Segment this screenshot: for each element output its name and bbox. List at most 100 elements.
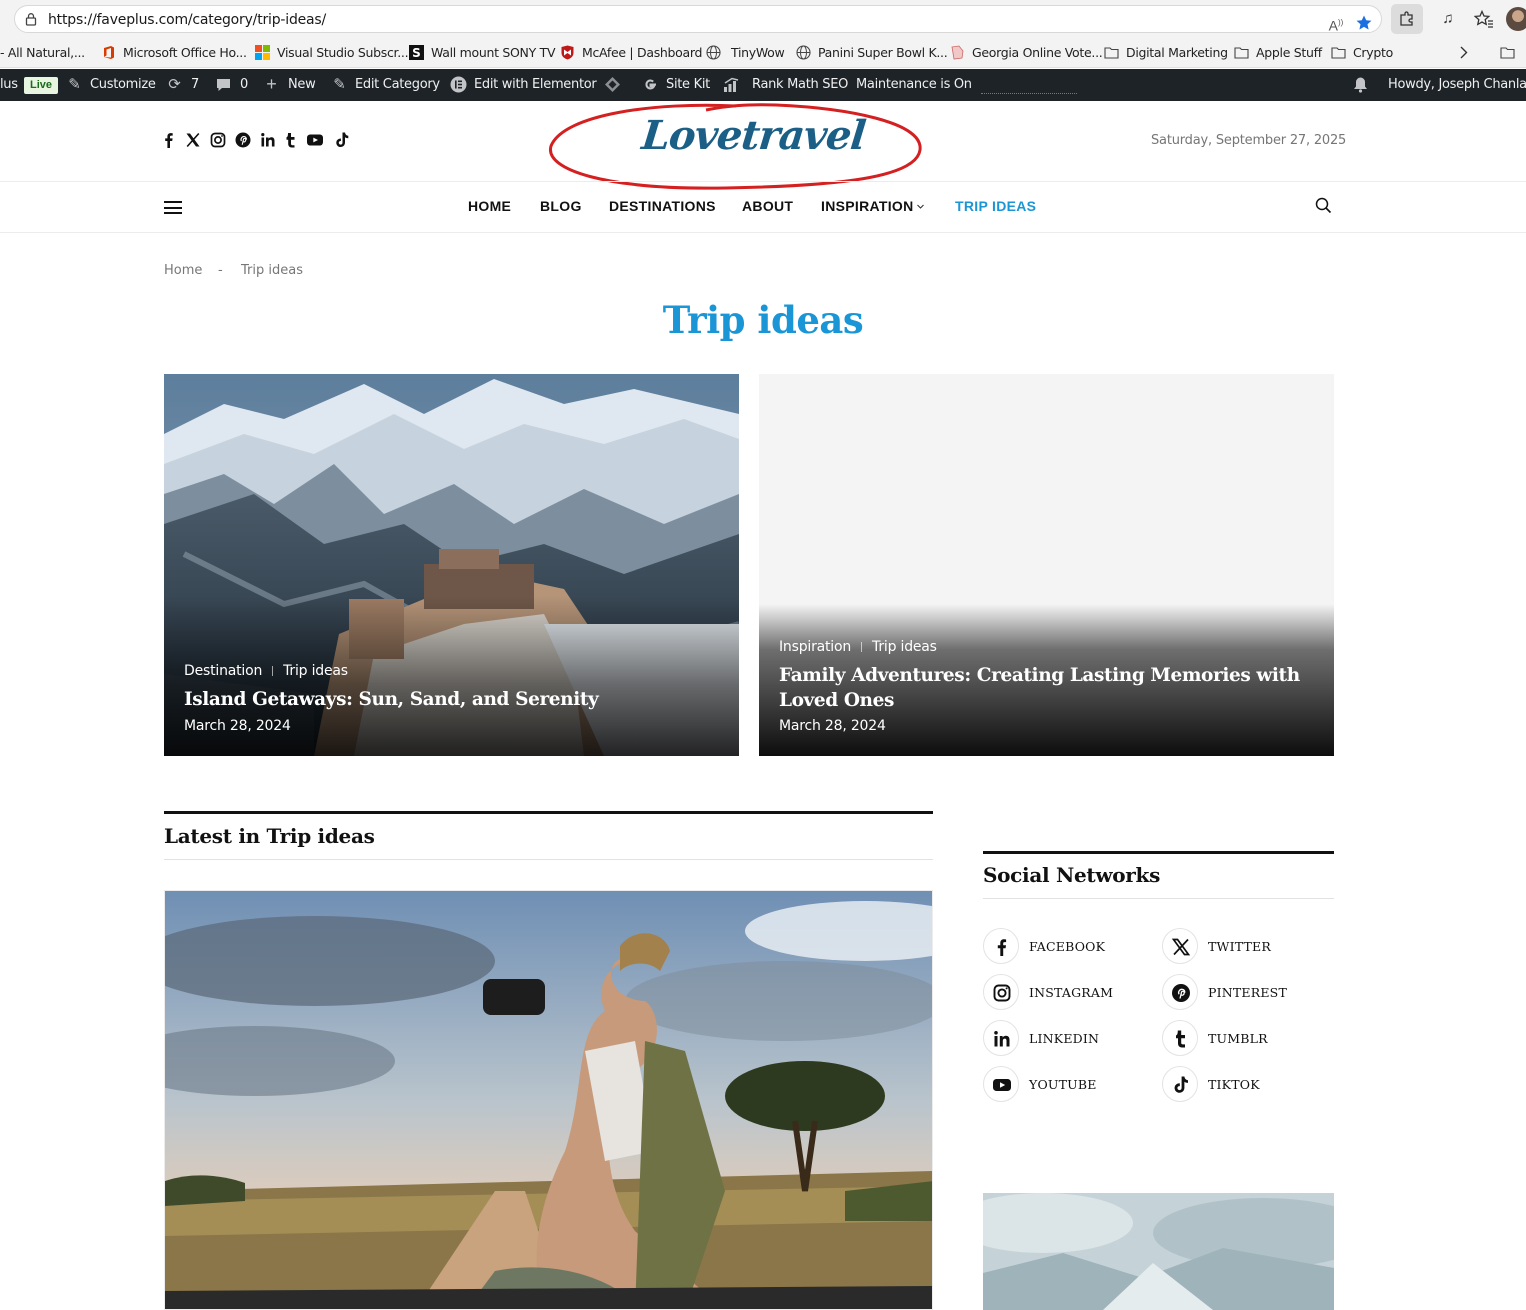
social-icon-circle bbox=[1162, 928, 1198, 964]
social-icon-circle bbox=[1162, 974, 1198, 1010]
social-linkedin-link[interactable]: LINKEDIN bbox=[983, 1020, 1153, 1058]
notification-bell-icon[interactable] bbox=[1352, 76, 1369, 93]
divider bbox=[272, 666, 274, 676]
admin-edit-elementor[interactable]: Edit with Elementor bbox=[474, 77, 597, 92]
page-title: Trip ideas bbox=[662, 298, 864, 342]
social-twitter-link[interactable]: TWITTER bbox=[1162, 928, 1332, 966]
social-instagram-link[interactable]: INSTAGRAM bbox=[983, 974, 1153, 1012]
admin-updates-count[interactable]: 7 bbox=[191, 77, 199, 92]
social-label: TUMBLR bbox=[1208, 1031, 1268, 1046]
read-aloud-icon[interactable]: A)) bbox=[1327, 14, 1345, 34]
admin-comments-count[interactable]: 0 bbox=[240, 77, 248, 92]
social-label: PINTEREST bbox=[1208, 985, 1287, 1000]
nav-about[interactable]: ABOUT bbox=[742, 198, 793, 214]
post-title[interactable]: Family Adventures: Creating Lasting Memo… bbox=[779, 663, 1314, 713]
social-icon-circle bbox=[983, 1066, 1019, 1102]
linkedin-icon[interactable] bbox=[259, 131, 277, 149]
folder-icon bbox=[1331, 47, 1346, 59]
address-bar[interactable]: https://faveplus.com/category/trip-ideas… bbox=[14, 5, 1382, 34]
youtube-icon[interactable] bbox=[306, 131, 324, 149]
social-icon-circle bbox=[983, 974, 1019, 1010]
bookmark-crypto[interactable]: Crypto bbox=[1353, 45, 1393, 60]
profile-avatar[interactable] bbox=[1506, 7, 1526, 31]
favorite-star-icon[interactable] bbox=[1355, 14, 1373, 32]
bookmark-tinywow[interactable]: TinyWow bbox=[731, 45, 785, 60]
divider bbox=[983, 851, 1334, 854]
bookmark-all-natural[interactable]: - All Natural,... bbox=[0, 45, 85, 60]
tiktok-icon[interactable] bbox=[333, 131, 351, 149]
admin-site-name[interactable]: lus bbox=[0, 77, 18, 92]
admin-new[interactable]: New bbox=[288, 77, 316, 92]
bookmark-apple-stuff[interactable]: Apple Stuff bbox=[1256, 45, 1322, 60]
media-control-icon[interactable]: ♫ bbox=[1438, 9, 1458, 29]
nav-destinations[interactable]: DESTINATIONS bbox=[609, 198, 716, 214]
post-title[interactable]: Island Getaways: Sun, Sand, and Serenity bbox=[184, 687, 719, 712]
x-icon[interactable] bbox=[184, 131, 202, 149]
bookmark-visual-studio[interactable]: Visual Studio Subscr... bbox=[277, 45, 409, 60]
admin-howdy[interactable]: Howdy, Joseph Chanlatte bbox=[1388, 77, 1526, 92]
facebook-icon[interactable] bbox=[160, 131, 178, 149]
bookmark-digital-marketing[interactable]: Digital Marketing bbox=[1126, 45, 1228, 60]
extensions-button[interactable] bbox=[1391, 4, 1423, 34]
search-icon[interactable] bbox=[1315, 197, 1332, 214]
social-youtube-link[interactable]: YOUTUBE bbox=[983, 1066, 1153, 1104]
nav-inspiration[interactable]: INSPIRATION bbox=[821, 198, 914, 214]
instagram-icon[interactable] bbox=[209, 131, 227, 149]
bookmark-georgia-vote[interactable]: Georgia Online Vote... bbox=[972, 45, 1103, 60]
elementor-icon bbox=[450, 76, 467, 93]
category-link[interactable]: Trip ideas bbox=[283, 663, 348, 679]
nav-blog[interactable]: BLOG bbox=[540, 198, 582, 214]
sidebar-post-image[interactable] bbox=[983, 1193, 1334, 1310]
georgia-seal-icon bbox=[951, 45, 964, 60]
divider bbox=[164, 859, 933, 860]
comment-icon bbox=[217, 79, 230, 91]
tiktok-icon bbox=[1174, 1076, 1188, 1093]
folder-icon bbox=[1104, 47, 1119, 59]
bookmarks-bar: - All Natural,... Microsoft Office Ho...… bbox=[0, 38, 1526, 68]
bookmark-sony-tv[interactable]: Wall mount SONY TV bbox=[431, 45, 556, 60]
social-icon-circle bbox=[983, 1020, 1019, 1056]
category-link[interactable]: Trip ideas bbox=[872, 639, 937, 655]
nav-trip-ideas[interactable]: TRIP IDEAS bbox=[955, 198, 1036, 214]
breadcrumb-separator: - bbox=[218, 263, 223, 278]
post-date: March 28, 2024 bbox=[184, 718, 291, 734]
admin-customize[interactable]: Customize bbox=[90, 77, 156, 92]
diamond-plugin-icon[interactable] bbox=[604, 76, 621, 93]
breadcrumb-home[interactable]: Home bbox=[164, 263, 202, 278]
tumblr-icon[interactable] bbox=[282, 131, 300, 149]
featured-post-card[interactable]: Inspiration Trip ideas Family Adventures:… bbox=[759, 374, 1334, 756]
social-tiktok-link[interactable]: TIKTOK bbox=[1162, 1066, 1332, 1104]
url-text[interactable]: https://faveplus.com/category/trip-ideas… bbox=[48, 12, 326, 28]
bookmark-mcafee[interactable]: McAfee | Dashboard bbox=[582, 45, 702, 60]
menu-hamburger-icon[interactable] bbox=[164, 201, 182, 214]
lock-icon[interactable] bbox=[24, 12, 38, 26]
live-badge: Live bbox=[24, 77, 58, 94]
chevron-down-icon[interactable] bbox=[916, 202, 925, 211]
featured-post-card[interactable]: Destination Trip ideas Island Getaways: S… bbox=[164, 374, 739, 756]
category-link[interactable]: Inspiration bbox=[779, 639, 851, 655]
pinterest-icon[interactable] bbox=[234, 131, 252, 149]
admin-rank-math[interactable]: Rank Math SEO bbox=[752, 77, 848, 92]
social-tumblr-link[interactable]: TUMBLR bbox=[1162, 1020, 1332, 1058]
sidebar-title: Social Networks bbox=[983, 863, 1161, 887]
google-g-icon bbox=[645, 79, 656, 90]
rank-math-icon bbox=[724, 77, 739, 92]
social-icon-circle bbox=[1162, 1020, 1198, 1056]
x-icon bbox=[1171, 938, 1191, 956]
tumblr-icon bbox=[1176, 1030, 1185, 1048]
admin-maintenance[interactable]: Maintenance is On bbox=[856, 77, 972, 92]
header-date: Saturday, September 27, 2025 bbox=[1151, 133, 1347, 148]
latest-post-image[interactable] bbox=[164, 890, 933, 1310]
category-link[interactable]: Destination bbox=[184, 663, 262, 679]
bookmark-office[interactable]: Microsoft Office Ho... bbox=[123, 45, 247, 60]
social-pinterest-link[interactable]: PINTEREST bbox=[1162, 974, 1332, 1012]
other-favorites-folder-icon[interactable] bbox=[1500, 45, 1515, 60]
post-categories: Inspiration Trip ideas bbox=[779, 639, 937, 655]
bookmark-panini[interactable]: Panini Super Bowl K... bbox=[818, 45, 948, 60]
admin-site-kit[interactable]: Site Kit bbox=[666, 77, 710, 92]
admin-edit-category[interactable]: Edit Category bbox=[355, 77, 440, 92]
social-facebook-link[interactable]: FACEBOOK bbox=[983, 928, 1153, 966]
chevron-right-icon[interactable] bbox=[1456, 45, 1471, 60]
nav-home[interactable]: HOME bbox=[468, 198, 511, 214]
favorites-icon[interactable] bbox=[1474, 9, 1494, 29]
